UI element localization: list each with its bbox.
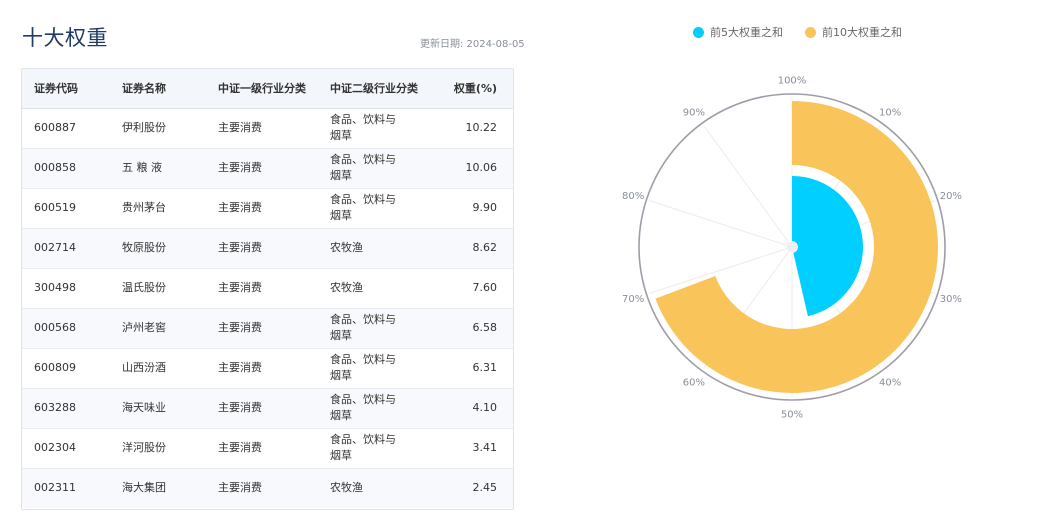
cell-level1: 主要消费 [218,121,262,134]
legend-label-top5: 前5大权重之和 [710,26,783,39]
legend-item-top10[interactable]: 前10大权重之和 [805,24,902,40]
cell-weight: 10.06 [465,161,498,174]
angle-tick-label: 50% [781,410,803,421]
angle-tick-label: 80% [622,191,644,202]
cell-level2: 食品、饮料与烟草 [330,193,396,222]
angle-tick-label: 90% [683,107,705,118]
cell-level1: 主要消费 [218,481,262,495]
table-row: 000858 五 粮 液 主要消费 食品、饮料与烟草 10.06 [22,148,513,188]
cell-code: 600887 [34,121,76,134]
legend-label-top10: 前10大权重之和 [822,26,902,39]
table-row: 600887 伊利股份 主要消费 食品、饮料与烟草 10.22 [22,108,513,148]
table-row: 002714 牧原股份 主要消费 农牧渔 8.62 [22,228,513,268]
cell-code: 002311 [34,481,76,495]
cell-level2: 食品、饮料与烟草 [330,313,396,342]
cell-weight: 6.31 [472,361,498,374]
axis-spoke [649,246,793,294]
cell-name: 牧原股份 [122,241,166,254]
col-header-name: 证券名称 [110,69,206,109]
cell-name: 海天味业 [122,401,166,414]
cell-weight: 9.90 [472,201,498,214]
cell-level1: 主要消费 [218,401,262,414]
page-title: 十大权重 [22,26,108,50]
cell-weight: 10.22 [465,121,498,134]
cell-level2: 食品、饮料与烟草 [330,433,396,462]
holdings-table: 证券代码 证券名称 中证一级行业分类 中证二级行业分类 权重(%) 600887… [21,68,514,510]
axis-spoke [649,200,793,248]
cell-name: 伊利股份 [122,121,166,134]
cell-level1: 主要消费 [218,321,262,334]
cell-code: 000568 [34,321,76,334]
cell-code: 300498 [34,281,76,294]
angle-tick-label: 20% [940,191,962,202]
cell-level1: 主要消费 [218,441,262,454]
cell-weight: 6.58 [472,321,498,334]
col-header-level1: 中证一级行业分类 [206,69,318,109]
legend-dot-top10 [805,27,816,38]
table-row: 002311 海大集团 主要消费 农牧渔 2.45 [22,468,513,508]
cell-level2: 食品、饮料与烟草 [330,153,396,182]
axis-spoke [703,125,793,248]
cell-name: 山西汾酒 [122,361,166,374]
cell-code: 603288 [34,401,76,414]
polar-bar-chart: 100% 10% 20% 30% 40% 50% 60% 70% 80% 90% [622,76,962,421]
cell-level2: 食品、饮料与烟草 [330,393,396,422]
update-date: 更新日期: 2024-08-05 [420,39,525,50]
cell-weight: 4.10 [472,401,498,414]
table-header-row: 证券代码 证券名称 中证一级行业分类 中证二级行业分类 权重(%) [22,69,513,109]
angle-tick-label: 30% [940,294,962,305]
cell-code: 002304 [34,441,76,454]
cell-name: 洋河股份 [122,441,166,454]
cell-level2: 农牧渔 [330,241,363,254]
table-row: 600519 贵州茅台 主要消费 食品、饮料与烟草 9.90 [22,188,513,228]
cell-name: 五 粮 液 [122,161,162,174]
legend-dot-top5 [693,27,704,38]
col-header-level2: 中证二级行业分类 [318,69,436,109]
cell-code: 600809 [34,361,76,374]
cell-level2: 食品、饮料与烟草 [330,113,396,142]
cell-level1: 主要消费 [218,361,262,374]
table-row: 000568 泸州老窖 主要消费 食品、饮料与烟草 6.58 [22,308,513,348]
cell-code: 002714 [34,241,76,254]
cell-level1: 主要消费 [218,201,262,214]
angle-tick-label: 40% [879,378,901,389]
center-dot [787,242,797,252]
cell-name: 温氏股份 [122,281,166,294]
table-row: 300498 温氏股份 主要消费 农牧渔 7.60 [22,268,513,308]
cell-level2: 农牧渔 [330,481,363,495]
cell-weight: 8.62 [472,241,498,254]
cell-weight: 2.45 [472,481,498,495]
cell-name: 贵州茅台 [122,201,166,214]
cell-weight: 3.41 [472,441,498,454]
cell-weight: 7.60 [472,281,498,294]
angle-tick-label: 60% [683,378,705,389]
cell-level1: 主要消费 [218,241,262,254]
cell-name: 泸州老窖 [122,321,166,334]
col-header-code: 证券代码 [22,69,110,109]
cell-level1: 主要消费 [218,161,262,174]
bar-top5 [792,176,863,317]
angle-tick-label: 100% [778,76,807,87]
table-row: 002304 洋河股份 主要消费 食品、饮料与烟草 3.41 [22,428,513,468]
cell-code: 600519 [34,201,76,214]
cell-name: 海大集团 [122,481,166,495]
table-row: 600809 山西汾酒 主要消费 食品、饮料与烟草 6.31 [22,348,513,388]
cell-level2: 食品、饮料与烟草 [330,353,396,382]
table-row: 603288 海天味业 主要消费 食品、饮料与烟草 4.10 [22,388,513,428]
angle-tick-label: 10% [879,107,901,118]
cell-level1: 主要消费 [218,281,262,294]
cell-code: 000858 [34,161,76,174]
cell-level2: 农牧渔 [330,281,363,294]
legend-item-top5[interactable]: 前5大权重之和 [693,24,783,40]
col-header-weight: 权重(%) [436,69,513,109]
angle-tick-label: 70% [622,294,644,305]
